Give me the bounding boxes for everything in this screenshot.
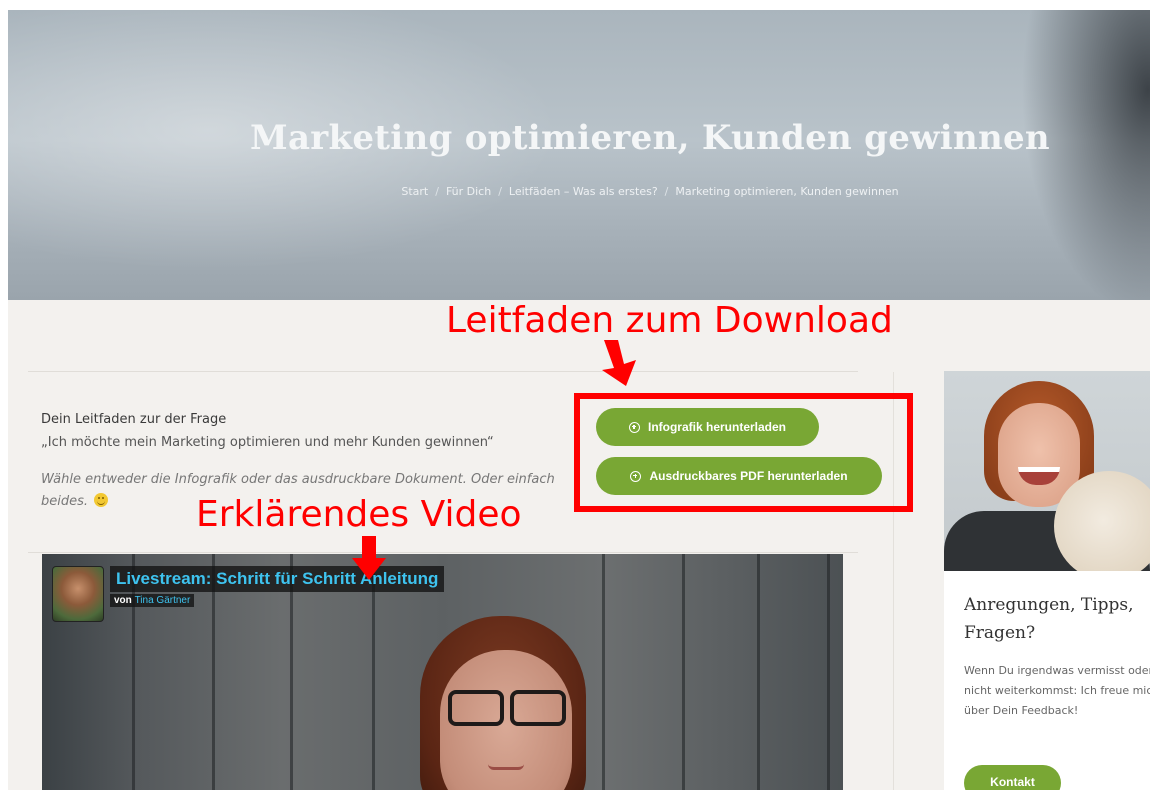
kontakt-button[interactable]: Kontakt <box>964 765 1061 790</box>
guide-heading: Dein Leitfaden zur der Frage <box>41 412 227 427</box>
breadcrumb-item-leitfaeden[interactable]: Leitfäden – Was als erstes? <box>509 185 658 198</box>
arrow-down-icon <box>602 340 636 386</box>
annotation-download-label: Leitfaden zum Download <box>446 300 893 341</box>
breadcrumb-item-current: Marketing optimieren, Kunden gewinnen <box>675 185 899 198</box>
sidebar-contact-card: Anregungen, Tipps, Fragen? Wenn Du irgen… <box>944 371 1150 790</box>
video-author-link[interactable]: Tina Gärtner <box>135 595 191 606</box>
page-hero: Marketing optimieren, Kunden gewinnen St… <box>8 10 1150 300</box>
highlight-box <box>574 393 913 512</box>
channel-avatar[interactable] <box>52 566 104 622</box>
divider <box>28 552 858 553</box>
sidebar-heading: Anregungen, Tipps, Fragen? <box>964 595 1134 643</box>
smiley-icon <box>94 493 109 507</box>
video-byline: von Tina Gärtner <box>110 594 195 607</box>
breadcrumb-item-fuer-dich[interactable]: Für Dich <box>446 185 491 198</box>
video-title[interactable]: Livestream: Schritt für Schritt Anleitun… <box>110 566 445 592</box>
arrow-down-icon <box>352 536 386 580</box>
annotation-video-label: Erklärendes Video <box>196 494 522 535</box>
author-photo <box>944 371 1150 571</box>
glasses-right <box>510 690 566 726</box>
sidebar-text: Wenn Du irgendwas vermisst oder nicht we… <box>964 664 1150 717</box>
divider <box>28 371 858 372</box>
guide-question: „Ich möchte mein Marketing optimieren un… <box>41 435 494 450</box>
breadcrumb-item-start[interactable]: Start <box>401 185 428 198</box>
breadcrumb: Start / Für Dich / Leitfäden – Was als erste… <box>401 185 899 198</box>
video-by-prefix: von <box>114 595 132 606</box>
glasses-left <box>448 690 504 726</box>
page-title: Marketing optimieren, Kunden gewinnen <box>250 118 1050 158</box>
video-player[interactable]: Livestream: Schritt für Schritt Anleitun… <box>42 554 843 790</box>
